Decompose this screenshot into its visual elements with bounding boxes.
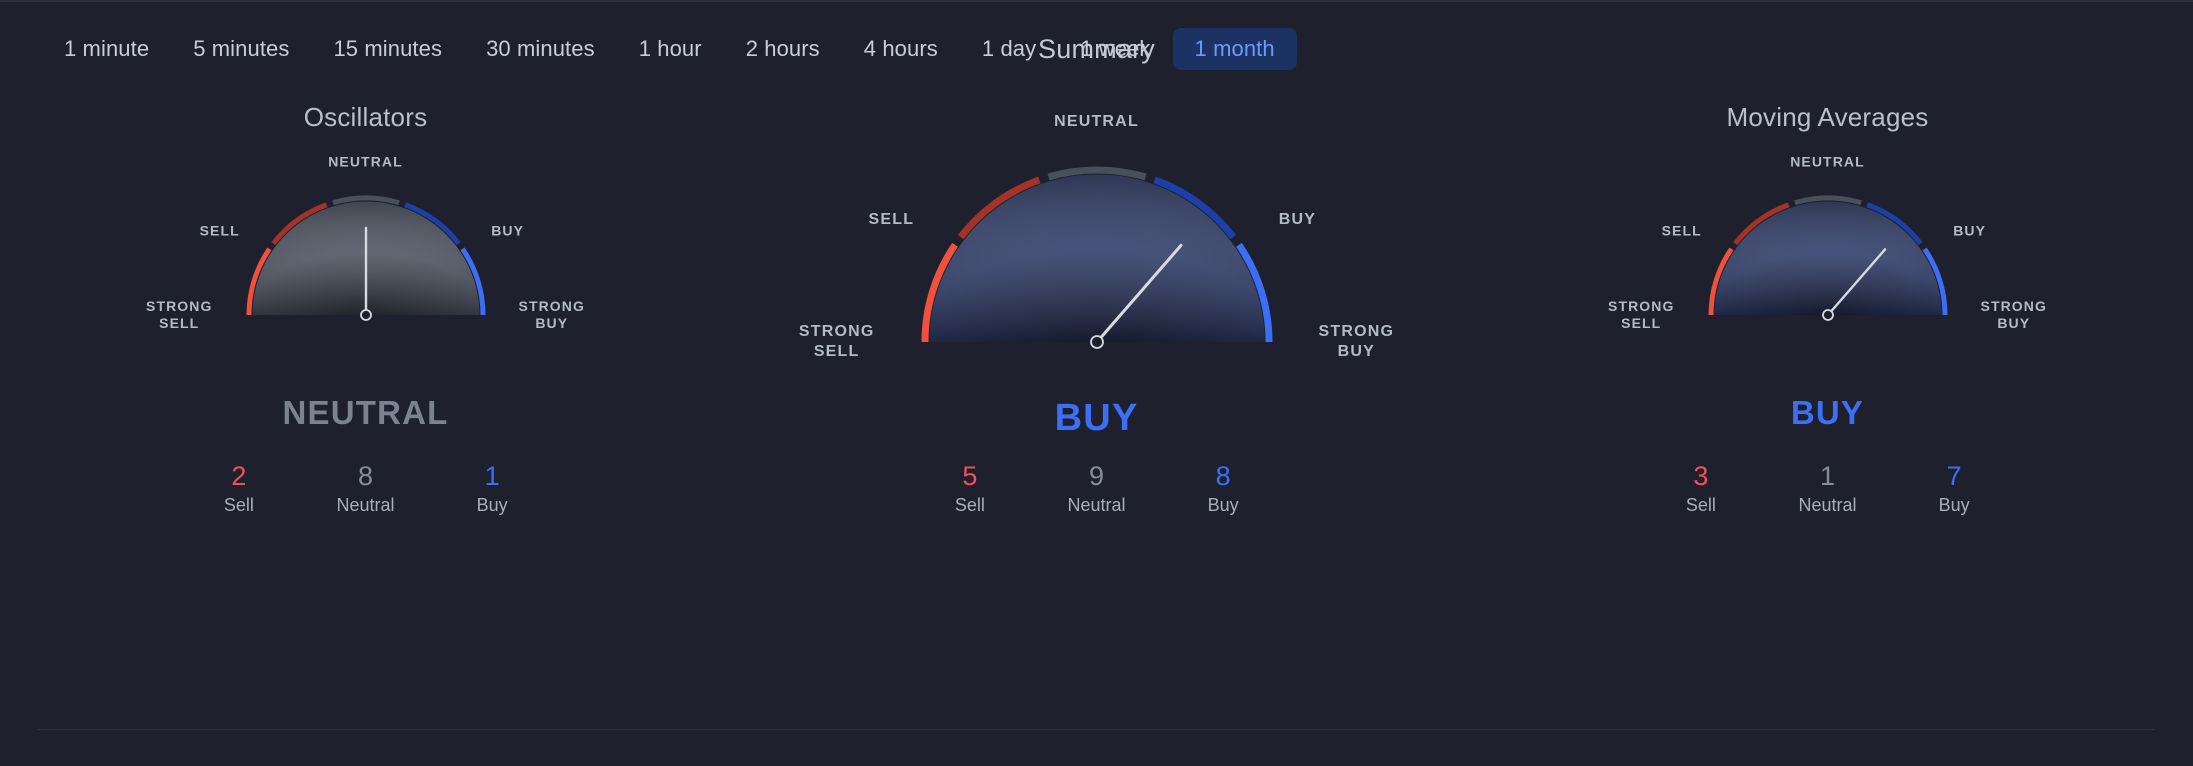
count-sell-value: 3	[1693, 461, 1709, 491]
count-neutral-value: 1	[1819, 461, 1836, 491]
summary-title: Summary	[1038, 34, 1155, 64]
panel-moving-averages: Moving Averages STRONG SELL SELL NEUTRAL BU…	[1462, 102, 2193, 722]
gauge-label-buy: BUY	[1953, 222, 1987, 239]
gauge-shade	[1714, 201, 1941, 315]
timeframe-tab-label: 1 hour	[638, 36, 702, 61]
verdict-summary: BUY	[1054, 397, 1139, 439]
gauge-label-neutral: NEUTRAL	[1054, 113, 1139, 130]
count-neutral-value: 8	[357, 461, 374, 491]
timeframe-tab-1-minute[interactable]: 1 minute	[42, 28, 171, 70]
count-buy-value: 7	[1946, 461, 1962, 491]
counts-oscillators: 2 Sell 8 Neutral 1 Buy	[176, 460, 556, 518]
gauge-label-neutral: NEUTRAL	[328, 153, 403, 170]
panel-summary: Summary STRONG SELL SELL NEUTRAL BUY STRONG …	[731, 34, 1462, 722]
gauge-label-sell: SELL	[199, 222, 240, 239]
count-neutral-label: Neutral	[1798, 495, 1857, 515]
count-buy-value: 1	[484, 461, 500, 491]
count-buy-label: Buy	[476, 495, 508, 515]
gauge-moving-averages: STRONG SELL SELL NEUTRAL BUY STRONG BUY	[1608, 148, 2046, 333]
gauge-label-neutral: NEUTRAL	[1790, 153, 1865, 170]
gauge-dial	[1708, 195, 1947, 321]
gauge-oscillators: STRONG SELL SELL NEUTRAL BUY STRONG BUY	[146, 148, 584, 333]
bottom-divider	[38, 729, 2155, 730]
technical-analysis-widget: 1 minute 5 minutes 15 minutes 30 minutes 1 h…	[0, 0, 2193, 766]
count-sell-value: 5	[962, 461, 978, 491]
count-sell-label: Sell	[223, 495, 254, 515]
count-buy-label: Buy	[1207, 495, 1239, 515]
gauge-label-strong_sell: STRONG SELL	[146, 298, 213, 331]
count-buy: 8 Buy	[1160, 460, 1287, 518]
count-neutral: 9 Neutral	[1033, 460, 1160, 518]
count-buy-value: 8	[1215, 461, 1231, 491]
gauge-label-strong_sell: STRONG SELL	[1608, 298, 1675, 331]
verdict-oscillators: NEUTRAL	[282, 394, 449, 431]
timeframe-tab-15-minutes[interactable]: 15 minutes	[311, 28, 464, 70]
gauge-shade	[929, 174, 1264, 342]
count-sell: 5 Sell	[907, 460, 1034, 518]
gauge-label-strong_buy: STRONG BUY	[1318, 323, 1395, 360]
verdict-moving-averages: BUY	[1790, 394, 1865, 431]
counts-summary: 5 Sell 9 Neutral 8 Buy	[907, 460, 1287, 518]
gauge-summary: STRONG SELL SELL NEUTRAL BUY STRONG BUY	[799, 90, 1393, 360]
count-buy-label: Buy	[1938, 495, 1970, 515]
gauge-label-strong_buy: STRONG BUY	[518, 298, 585, 331]
counts-moving-averages: 3 Sell 1 Neutral 7 Buy	[1638, 460, 2018, 518]
count-sell: 2 Sell	[176, 460, 303, 518]
gauges-row: Oscillators STRONG SELL SELL NEUTRAL BUY STR…	[0, 34, 2193, 722]
count-sell: 3 Sell	[1638, 460, 1765, 518]
count-neutral-label: Neutral	[1067, 495, 1126, 515]
gauge-label-strong_sell: STRONG SELL	[798, 323, 875, 360]
timeframe-tab-label: 15 minutes	[333, 36, 443, 61]
timeframe-tab-30-minutes[interactable]: 30 minutes	[464, 28, 617, 70]
count-buy: 7 Buy	[1891, 460, 2018, 518]
timeframe-tab-label: 5 minutes	[193, 36, 290, 61]
timeframe-tab-label: 30 minutes	[486, 36, 595, 61]
gauge-dial	[246, 195, 485, 321]
gauge-label-sell: SELL	[868, 210, 915, 228]
panel-title-moving-averages: Moving Averages	[1726, 102, 1929, 132]
count-neutral: 1 Neutral	[1764, 460, 1891, 518]
timeframe-tab-1-hour[interactable]: 1 hour	[617, 28, 724, 70]
gauge-pivot	[1089, 335, 1104, 349]
gauge-pivot	[1821, 309, 1834, 321]
gauge-label-buy: BUY	[491, 222, 525, 239]
timeframe-tab-5-minutes[interactable]: 5 minutes	[171, 28, 311, 70]
count-sell-value: 2	[231, 461, 247, 491]
gauge-label-sell: SELL	[1661, 222, 1702, 239]
timeframe-tab-label: 1 minute	[64, 36, 150, 61]
gauge-label-buy: BUY	[1278, 210, 1317, 228]
gauge-pivot	[359, 309, 372, 321]
panel-title-oscillators: Oscillators	[303, 102, 428, 132]
count-buy: 1 Buy	[429, 460, 556, 518]
count-neutral-label: Neutral	[336, 495, 395, 515]
count-neutral: 8 Neutral	[302, 460, 429, 518]
count-sell-label: Sell	[1685, 495, 1716, 515]
gauge-label-strong_buy: STRONG BUY	[1980, 298, 2047, 331]
count-neutral-value: 9	[1088, 461, 1105, 491]
count-sell-label: Sell	[954, 495, 985, 515]
panel-oscillators: Oscillators STRONG SELL SELL NEUTRAL BUY STR…	[0, 102, 731, 722]
